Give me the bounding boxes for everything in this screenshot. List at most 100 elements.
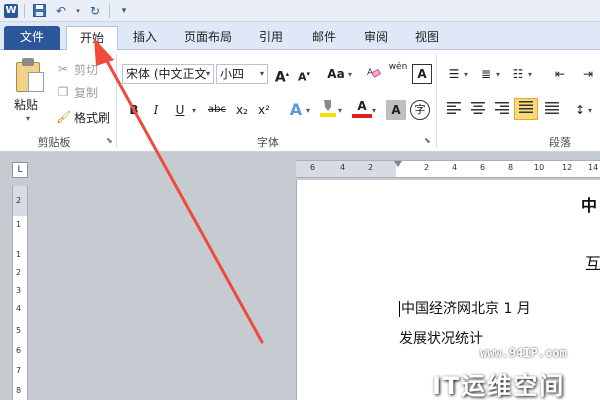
tab-insert[interactable]: 插入 [130, 26, 160, 50]
italic-button[interactable]: I [146, 100, 166, 120]
highlight-icon[interactable] [318, 98, 338, 118]
text-cursor [399, 301, 400, 317]
tab-view[interactable]: 视图 [412, 26, 442, 50]
paste-icon[interactable] [14, 56, 46, 94]
clipboard-launcher-icon[interactable]: ⬊ [106, 136, 113, 145]
ruler-number: 1 [16, 250, 22, 259]
chevron-down-icon[interactable]: ▾ [206, 65, 210, 83]
chevron-down-icon[interactable]: ▾ [260, 65, 264, 83]
clipboard-sheet [28, 72, 44, 92]
increase-indent-icon[interactable]: ⇥ [578, 64, 598, 84]
font-size-value: 小四 [220, 67, 245, 81]
strikethrough-button[interactable]: abc [204, 100, 230, 120]
character-border-icon[interactable]: A [412, 64, 432, 84]
ruler-number: 2 [368, 163, 374, 172]
ruler-number: 8 [508, 163, 514, 172]
document-subtitle-fragment: 互 [585, 254, 600, 273]
font-color-icon[interactable]: A [352, 98, 372, 118]
chevron-down-icon[interactable]: ▾ [528, 70, 532, 79]
chevron-down-icon[interactable]: ▾ [192, 106, 196, 115]
chevron-down-icon[interactable]: ▾ [338, 106, 342, 115]
ruler-number: 6 [310, 163, 316, 172]
superscript-button[interactable]: x² [254, 100, 274, 120]
chevron-down-icon[interactable]: ▾ [372, 106, 376, 115]
undo-icon[interactable]: ↶ [53, 3, 69, 19]
document-text: 中国经济网北京 1 月 [401, 301, 531, 317]
tab-review[interactable]: 审阅 [361, 26, 391, 50]
word-logo-icon[interactable]: W [4, 3, 18, 18]
ruler-number: 5 [16, 326, 22, 335]
phonetic-guide-icon[interactable]: wén [388, 62, 408, 82]
bold-button[interactable]: B [124, 100, 144, 120]
format-painter-button[interactable]: 🖌 格式刷 [56, 108, 110, 126]
copy-button[interactable]: ❐ 复制 [56, 83, 98, 101]
redo-icon[interactable]: ↻ [87, 3, 103, 19]
character-shading-icon[interactable]: A [386, 100, 406, 120]
grow-font-icon[interactable]: A▴ [272, 64, 292, 86]
change-case-icon[interactable]: Aa [324, 64, 348, 84]
chevron-down-icon[interactable]: ▾ [588, 106, 592, 115]
align-center-icon[interactable] [468, 100, 488, 120]
decrease-indent-icon[interactable]: ⇤ [550, 64, 570, 84]
format-painter-icon: 🖌 [56, 110, 72, 124]
grow-font-label: A [274, 69, 286, 86]
ruler-number: 2 [424, 163, 430, 172]
horizontal-ruler[interactable]: 6 4 2 2 4 6 8 10 12 14 [296, 160, 600, 178]
chevron-down-icon[interactable]: ▾ [496, 70, 500, 79]
tab-references[interactable]: 引用 [256, 26, 286, 50]
vertical-ruler[interactable]: 2 1 1 2 3 4 5 6 7 8 [12, 186, 28, 400]
ruler-number: 12 [562, 163, 573, 172]
tab-mailings[interactable]: 邮件 [309, 26, 339, 50]
ruler-number: 4 [452, 163, 458, 172]
cut-button[interactable]: ✂ 剪切 [56, 60, 98, 78]
font-size-combo[interactable]: 小四 ▾ [216, 64, 268, 84]
align-right-icon[interactable] [492, 100, 512, 120]
ruler-number: 1 [16, 220, 22, 229]
save-icon[interactable] [31, 3, 47, 19]
indent-marker[interactable] [394, 161, 402, 167]
font-name-value: 宋体 (中文正文 [126, 67, 207, 81]
ruler-number: 10 [534, 163, 545, 172]
underline-button[interactable]: U [170, 100, 190, 120]
document-paragraph-line[interactable]: 中国经济网北京 1 月 [399, 298, 531, 318]
watermark-url: www.94IP.com [480, 346, 567, 360]
chevron-down-icon[interactable]: ▾ [348, 70, 352, 79]
ribbon: 粘贴 ▾ ✂ 剪切 ❐ 复制 🖌 格式刷 剪贴板 ⬊ 宋体 (中文正文 ▾ 小四… [0, 50, 600, 152]
cut-label: 剪切 [74, 62, 99, 77]
qat-separator [109, 3, 110, 18]
clear-format-icon[interactable]: A [364, 64, 384, 84]
align-left-icon[interactable] [444, 100, 464, 120]
line-spacing-icon[interactable]: ↕ [570, 100, 590, 120]
ruler-number: 8 [16, 386, 22, 395]
watermark-brand: IT运维空间 [432, 372, 566, 400]
copy-icon: ❐ [57, 85, 69, 99]
subscript-button[interactable]: x₂ [232, 100, 252, 120]
shrink-font-icon[interactable]: A▾ [294, 64, 314, 84]
font-name-combo[interactable]: 宋体 (中文正文 ▾ [122, 64, 214, 84]
copy-label: 复制 [74, 85, 99, 100]
scissors-icon: ✂ [57, 62, 69, 76]
text-effects-icon[interactable]: A [286, 100, 306, 120]
customize-icon[interactable]: ▾ [116, 3, 132, 19]
ruler-number: 7 [16, 366, 22, 375]
enclose-characters-icon[interactable]: 字 [410, 100, 430, 120]
chevron-down-icon[interactable]: ▾ [306, 106, 310, 115]
tab-home[interactable]: 开始 [66, 26, 118, 50]
tab-page-layout[interactable]: 页面布局 [180, 26, 236, 50]
undo-dropdown-icon[interactable]: ▾ [75, 3, 81, 19]
numbering-icon[interactable]: ≣ [476, 64, 496, 84]
multilevel-list-icon[interactable]: ☷ [508, 64, 528, 84]
qat-separator [24, 3, 25, 18]
tab-selector-icon[interactable]: L [12, 162, 28, 178]
ruler-number: 3 [16, 286, 22, 295]
tab-file[interactable]: 文件 [4, 26, 60, 50]
bullets-icon[interactable]: ☰ [444, 64, 464, 84]
document-paragraph-line[interactable]: 发展状况统计 [399, 328, 483, 348]
chevron-down-icon[interactable]: ▾ [464, 70, 468, 79]
paste-button-label[interactable]: 粘贴 [14, 96, 38, 113]
justify-icon[interactable] [514, 98, 538, 120]
ruler-number: 14 [588, 163, 599, 172]
paste-dropdown-icon[interactable]: ▾ [26, 114, 30, 123]
font-launcher-icon[interactable]: ⬊ [424, 136, 431, 145]
distributed-icon[interactable] [542, 100, 562, 120]
